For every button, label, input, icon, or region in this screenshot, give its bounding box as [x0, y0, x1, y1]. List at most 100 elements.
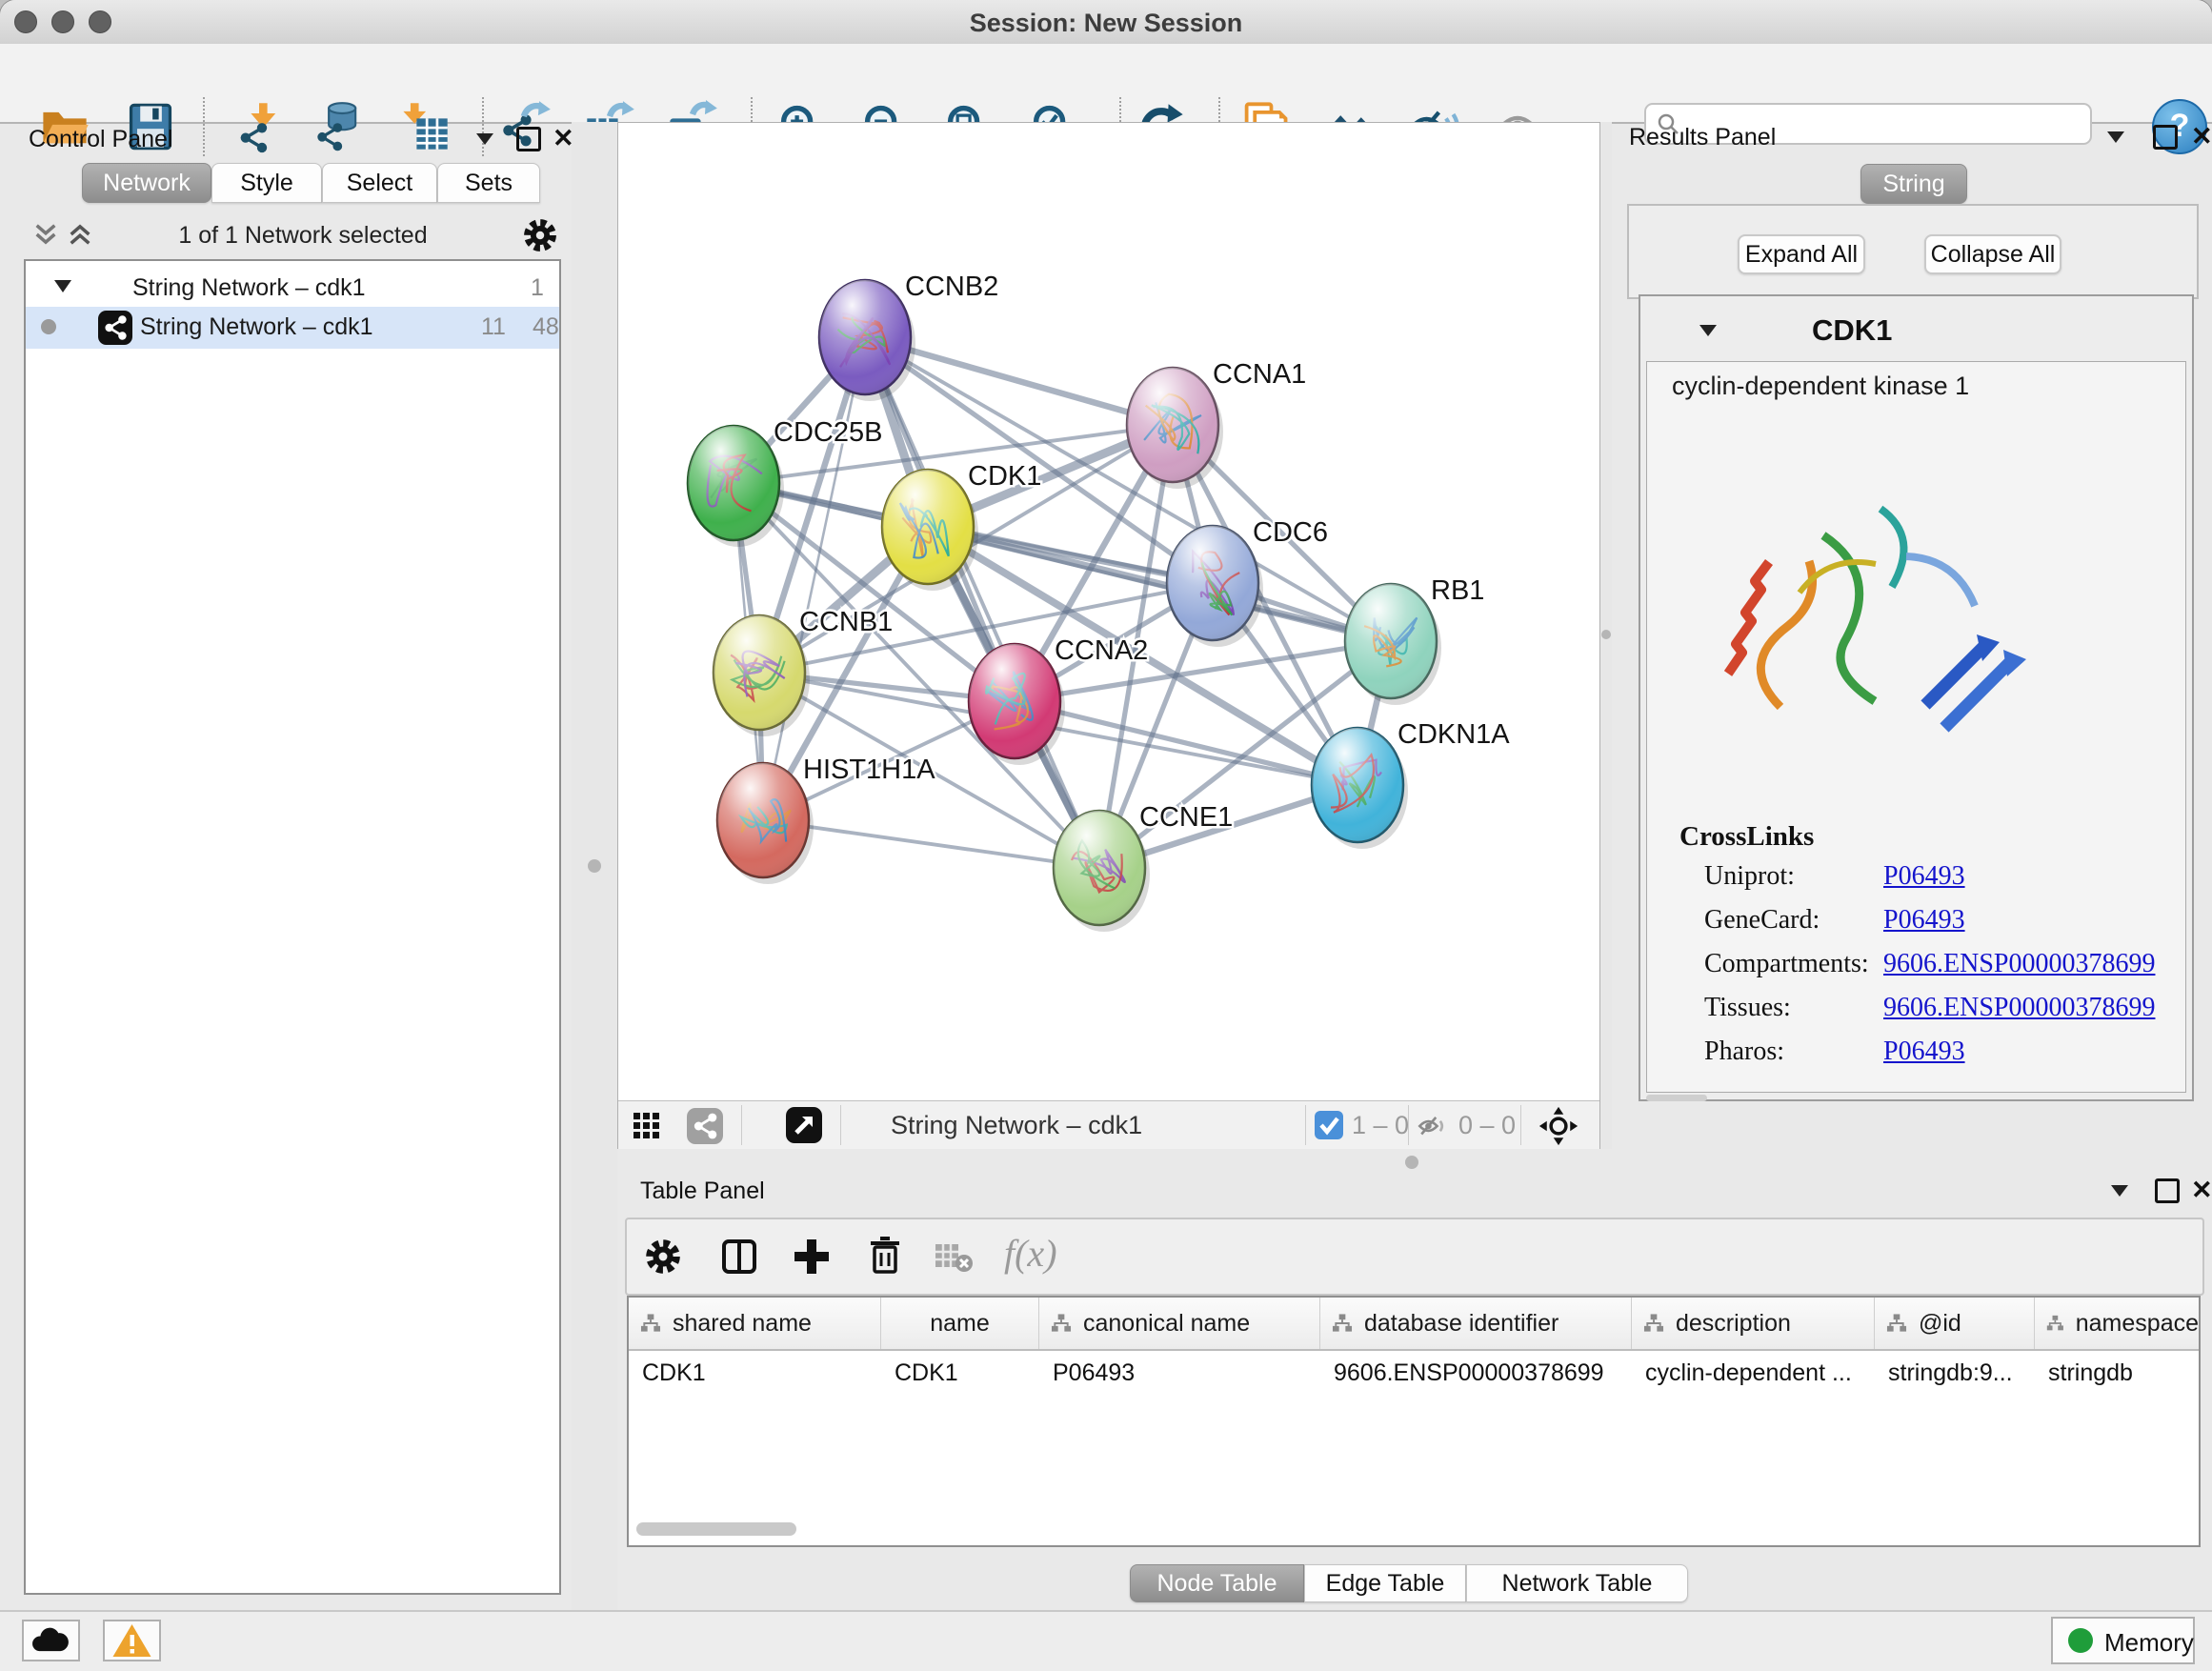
svg-text:CCNE1: CCNE1 — [1139, 802, 1233, 833]
cell-shared-name[interactable]: CDK1 — [629, 1351, 881, 1395]
status-separator — [840, 1105, 841, 1145]
table-panel-menu-icon[interactable] — [2111, 1185, 2128, 1197]
application-window: Session: New Session — [0, 0, 2212, 1671]
memory-button[interactable]: Memory — [2051, 1617, 2195, 1664]
table-panel-close-icon[interactable]: ✕ — [2191, 1178, 2212, 1201]
gene-collapse-icon[interactable] — [1699, 325, 1717, 336]
cell-name[interactable]: CDK1 — [881, 1351, 1039, 1395]
network-collection-label: String Network – cdk1 — [132, 274, 366, 302]
control-panel-title: Control Panel — [29, 126, 172, 153]
results-panel-title: Results Panel — [1629, 124, 1776, 151]
network-type-icon — [98, 311, 132, 345]
hierarchy-icon — [1886, 1313, 1907, 1334]
network-collection-row[interactable]: String Network – cdk1 1 — [26, 271, 559, 309]
svg-text:CCNA2: CCNA2 — [1055, 635, 1148, 666]
network-view[interactable]: CCNB2CCNA1CDC25BCDK1CDC6RB1CCNB1CCNA2CDK… — [617, 122, 1600, 1149]
tree-expand-icon[interactable] — [54, 280, 71, 292]
network-view-status-bar: String Network – cdk1 1 – 0 0 – 0 — [618, 1100, 1599, 1149]
crosslink-value[interactable]: P06493 — [1883, 905, 1965, 936]
results-button-bar: Expand All Collapse All — [1627, 204, 2199, 299]
splitter-handle[interactable] — [1405, 1156, 1418, 1169]
delete-column-icon[interactable] — [863, 1234, 907, 1278]
cell-description[interactable]: cyclin-dependent ... — [1632, 1351, 1875, 1395]
collection-count: 1 — [531, 274, 544, 302]
control-panel-float-icon[interactable] — [516, 127, 541, 151]
cell-database-identifier[interactable]: 9606.ENSP00000378699 — [1320, 1351, 1632, 1395]
window-title: Session: New Session — [0, 9, 2212, 38]
expand-all-button[interactable]: Expand All — [1738, 234, 1865, 274]
function-builder-icon: f(x) — [1004, 1231, 1057, 1276]
cell-namespace[interactable]: stringdb — [2035, 1351, 2199, 1395]
status-separator — [1520, 1105, 1521, 1145]
network-label: String Network – cdk1 — [140, 313, 373, 341]
selected-checkbox-icon[interactable] — [1315, 1111, 1343, 1139]
collapse-all-button[interactable]: Collapse All — [1924, 234, 2061, 274]
right-splitter[interactable] — [1600, 122, 1612, 1174]
results-panel-close-icon[interactable]: ✕ — [2191, 125, 2212, 148]
collapse-all-icon[interactable] — [32, 221, 59, 248]
column-header[interactable]: namespace — [2035, 1298, 2199, 1349]
table-panel-title: Table Panel — [640, 1178, 765, 1205]
add-column-icon[interactable] — [791, 1236, 833, 1278]
crosslink-value[interactable]: P06493 — [1883, 1037, 1965, 1067]
column-header[interactable]: description — [1632, 1298, 1875, 1349]
hierarchy-icon — [1332, 1313, 1353, 1334]
left-splitter[interactable] — [572, 122, 617, 1610]
column-header[interactable]: canonical name — [1039, 1298, 1320, 1349]
splitter-handle[interactable] — [588, 859, 601, 873]
open-in-window-icon[interactable] — [786, 1107, 822, 1143]
tab-network-table[interactable]: Network Table — [1466, 1564, 1688, 1602]
warning-button[interactable] — [103, 1620, 161, 1661]
show-columns-icon[interactable] — [718, 1236, 760, 1278]
cloud-icon — [24, 1621, 78, 1660]
network-row-selected[interactable]: String Network – cdk1 11 48 — [26, 307, 559, 349]
table-row[interactable]: CDK1 CDK1 P06493 9606.ENSP00000378699 cy… — [629, 1351, 2199, 1395]
table-panel-float-icon[interactable] — [2155, 1178, 2180, 1203]
crosslink-label: Compartments: — [1704, 949, 1869, 979]
table-header-row: shared name name canonical name database… — [629, 1298, 2199, 1351]
results-scrollbar[interactable] — [1646, 1095, 1707, 1101]
crosslink-value[interactable]: P06493 — [1883, 861, 1965, 892]
hidden-counts: 0 – 0 — [1458, 1101, 1516, 1149]
tab-node-table[interactable]: Node Table — [1130, 1564, 1304, 1602]
results-panel-float-icon[interactable] — [2153, 125, 2178, 150]
svg-text:CDK1: CDK1 — [968, 461, 1041, 492]
table-settings-gear-icon[interactable] — [644, 1238, 682, 1276]
pan-crosshair-icon[interactable] — [1538, 1106, 1579, 1146]
tab-style[interactable]: Style — [211, 163, 322, 203]
tab-string[interactable]: String — [1860, 164, 1967, 204]
splitter-handle[interactable] — [1601, 630, 1611, 639]
gear-icon[interactable] — [522, 217, 558, 253]
gene-description: cyclin-dependent kinase 1 — [1672, 372, 1969, 401]
tab-select[interactable]: Select — [322, 163, 437, 203]
crosslink-value[interactable]: 9606.ENSP00000378699 — [1883, 949, 2155, 979]
network-canvas[interactable]: CCNB2CCNA1CDC25BCDK1CDC6RB1CCNB1CCNA2CDK… — [618, 123, 1599, 1100]
tab-edge-table[interactable]: Edge Table — [1304, 1564, 1466, 1602]
column-header[interactable]: name — [881, 1298, 1039, 1349]
tab-network[interactable]: Network — [82, 163, 211, 203]
network-birdseye-icon[interactable] — [687, 1108, 723, 1144]
expand-all-icon[interactable] — [67, 221, 93, 248]
memory-status-dot — [2068, 1628, 2093, 1653]
crosslink-value[interactable]: 9606.ENSP00000378699 — [1883, 993, 2155, 1023]
network-tree: String Network – cdk1 1 String Network –… — [24, 259, 561, 1595]
node-count: 11 — [481, 313, 506, 341]
tab-sets[interactable]: Sets — [437, 163, 540, 203]
column-header[interactable]: database identifier — [1320, 1298, 1632, 1349]
control-panel: Control Panel ✕ Network Style Select Set… — [8, 124, 570, 1604]
cell-id[interactable]: stringdb:9... — [1875, 1351, 2035, 1395]
cell-canonical-name[interactable]: P06493 — [1039, 1351, 1320, 1395]
column-header[interactable]: @id — [1875, 1298, 2035, 1349]
grid-view-icon[interactable] — [632, 1111, 662, 1141]
current-network-name: String Network – cdk1 — [891, 1101, 1142, 1149]
cloud-button[interactable] — [22, 1620, 80, 1661]
results-panel-menu-icon[interactable] — [2107, 131, 2124, 143]
table-horizontal-scrollbar[interactable] — [636, 1522, 796, 1536]
hidden-eye-icon — [1417, 1110, 1449, 1142]
column-header[interactable]: shared name — [629, 1298, 881, 1349]
delete-table-icon — [934, 1240, 974, 1275]
hierarchy-icon — [640, 1313, 661, 1334]
results-content: CDK1 cyclin-dependent kinase 1 CrossLink… — [1639, 294, 2194, 1101]
svg-text:CDC25B: CDC25B — [774, 417, 882, 448]
control-panel-menu-icon[interactable] — [476, 133, 493, 145]
